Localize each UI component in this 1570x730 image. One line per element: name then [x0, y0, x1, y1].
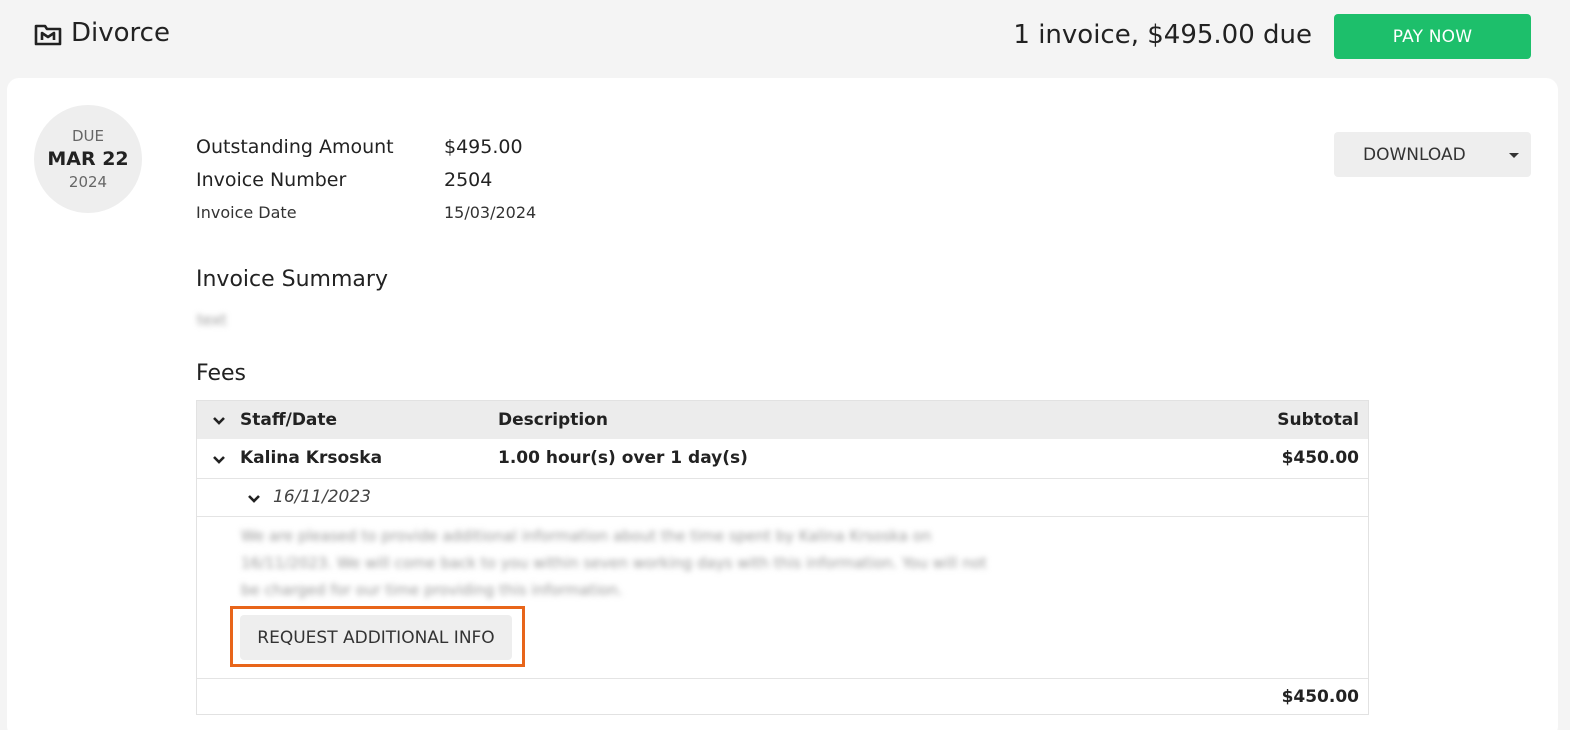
download-button[interactable]: DOWNLOAD: [1334, 132, 1531, 177]
matter-folder-icon: [34, 24, 62, 46]
due-date-badge: DUE MAR 22 2024: [34, 105, 142, 213]
row-divider: [197, 678, 1368, 679]
invoice-number-value: 2504: [444, 169, 493, 191]
top-bar: Divorce 1 invoice, $495.00 due PAY NOW: [0, 0, 1570, 76]
staff-subtotal: $450.00: [1281, 448, 1359, 468]
invoice-date-label: Invoice Date: [196, 203, 297, 222]
header-staff-date: Staff/Date: [240, 410, 338, 430]
invoice-summary-text: text: [197, 311, 227, 329]
row-divider: [197, 478, 1368, 479]
fees-table-header: [197, 401, 1368, 439]
detail-line: 16/11/2023. We will come back to you wit…: [241, 554, 987, 572]
invoice-date-value: 15/03/2024: [444, 203, 537, 222]
header-description: Description: [498, 410, 608, 430]
detail-line: be charged for our time providing this i…: [241, 581, 623, 599]
due-label: DUE: [71, 127, 104, 145]
outstanding-amount-value: $495.00: [444, 136, 523, 158]
due-summary: 1 invoice, $495.00 due: [1013, 20, 1312, 50]
header-subtotal: Subtotal: [1277, 410, 1359, 430]
pay-now-button[interactable]: PAY NOW: [1334, 14, 1531, 59]
staff-description: 1.00 hour(s) over 1 day(s): [498, 448, 748, 468]
detail-line: We are pleased to provide additional inf…: [241, 527, 932, 545]
due-year: 2024: [68, 173, 108, 191]
fees-title: Fees: [196, 361, 246, 386]
row-divider: [197, 516, 1368, 517]
entry-date: 16/11/2023: [273, 487, 371, 507]
fees-table: Staff/Date Description Subtotal Kalina K…: [196, 400, 1369, 715]
due-day: MAR 22: [47, 148, 129, 170]
download-label: DOWNLOAD: [1363, 145, 1466, 165]
chevron-down-icon[interactable]: [212, 453, 226, 467]
chevron-down-icon[interactable]: [247, 492, 261, 506]
invoice-number-label: Invoice Number: [196, 169, 347, 191]
fees-total: $450.00: [1281, 687, 1359, 707]
matter-title: Divorce: [71, 18, 170, 48]
request-additional-info-button[interactable]: REQUEST ADDITIONAL INFO: [240, 615, 512, 660]
invoice-summary-title: Invoice Summary: [196, 267, 388, 292]
chevron-down-icon[interactable]: [212, 414, 226, 428]
outstanding-amount-label: Outstanding Amount: [196, 136, 394, 158]
dropdown-caret-icon[interactable]: [1509, 153, 1519, 158]
staff-name: Kalina Krsoska: [240, 448, 383, 468]
